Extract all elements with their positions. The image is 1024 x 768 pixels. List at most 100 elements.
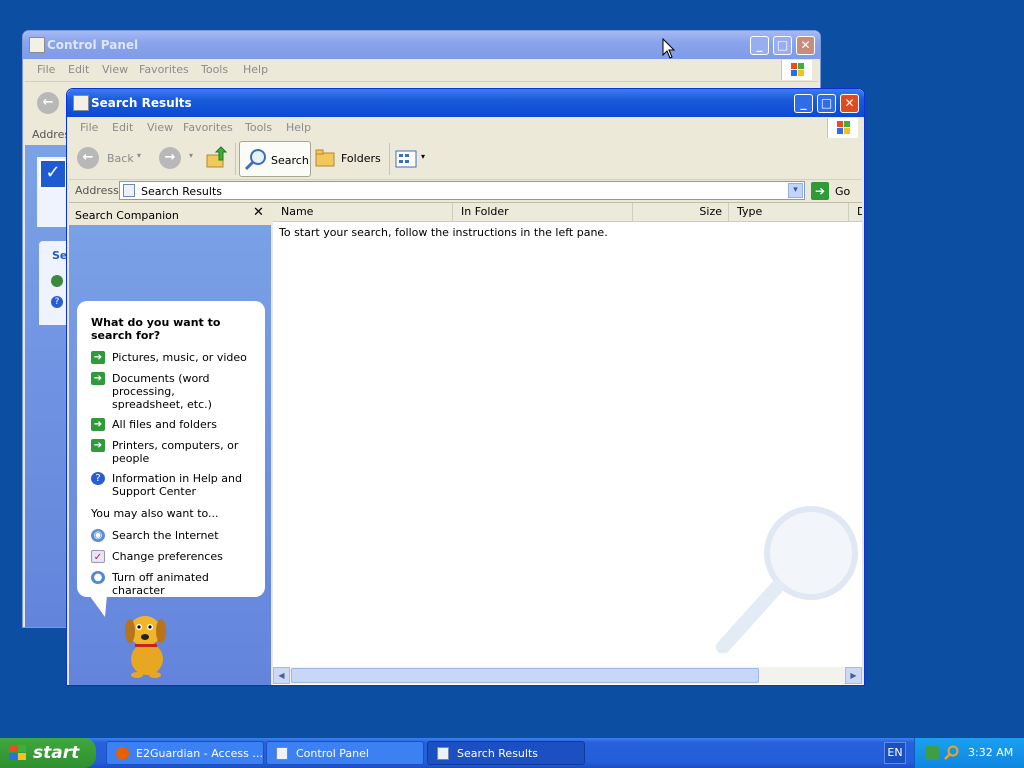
column-header-in-folder[interactable]: In Folder [453,203,633,221]
forward-button[interactable]: → ▾ [157,147,197,171]
up-folder-icon [206,146,228,168]
address-dropdown-icon[interactable]: ▾ [788,183,803,198]
close-pane-icon[interactable]: ✕ [253,205,264,220]
taskbar-button-search-results[interactable]: Search Results [427,741,585,765]
address-field[interactable]: Search Results ▾ [119,181,805,200]
network-icon[interactable] [925,746,939,760]
menu-view[interactable]: View [102,63,128,76]
forward-arrow-icon: → [159,147,181,169]
windows-logo-icon [827,118,858,138]
up-folder-button[interactable] [205,146,229,170]
column-header-bar: Name In Folder Size Type D [273,203,862,222]
firefox-icon [116,747,129,760]
back-dropdown-icon[interactable]: ▾ [137,151,141,160]
preferences-icon: ✓ [91,550,105,563]
toolbar-separator [235,143,236,175]
control-panel-toolbar: ← [25,82,67,122]
taskbar-label: E2Guardian - Access ... [136,747,263,760]
checkbox-icon: ✓ [39,159,67,189]
search-button[interactable]: Search [239,141,311,177]
language-indicator[interactable]: EN [884,742,906,764]
menu-tools[interactable]: Tools [245,121,272,134]
search-companion-pane: Search Companion ✕ What do you want to s… [69,203,271,685]
magnifier-watermark-icon [716,506,858,653]
minimize-button[interactable]: _ [750,36,769,55]
search-label: Search [271,154,309,167]
back-button[interactable]: ← Back ▾ [77,147,141,171]
address-label: Addres [32,128,71,141]
control-panel-titlebar[interactable]: Control Panel _ □ ✕ [23,31,820,59]
menu-tools[interactable]: Tools [201,63,228,76]
windows-logo-icon [781,60,812,80]
search-results-page-icon [123,184,135,197]
scroll-left-button[interactable]: ◀ [273,667,290,684]
minimize-button[interactable]: _ [794,94,813,113]
close-button[interactable]: ✕ [796,36,815,55]
menu-help[interactable]: Help [243,63,268,76]
column-header-date[interactable]: D [849,203,862,221]
taskbar-button-e2guardian[interactable]: E2Guardian - Access ... [106,741,264,765]
column-header-type[interactable]: Type [729,203,849,221]
search-options-bubble: What do you want to search for? ➔ Pictur… [77,301,265,597]
help-question-icon: ? [91,472,105,485]
globe-search-icon: ◉ [91,529,105,542]
taskbar-button-control-panel[interactable]: Control Panel [266,741,424,765]
views-icon [395,150,417,168]
green-arrow-icon: ➔ [91,418,105,431]
search-question: What do you want to search for? [91,316,221,342]
column-header-name[interactable]: Name [273,203,453,221]
search-toolbar: ← Back ▾ → ▾ Search Folders ▾ [69,139,862,180]
menu-edit[interactable]: Edit [112,121,133,134]
folders-button[interactable]: Folders [313,147,385,171]
search-dog-character-icon[interactable] [117,607,177,679]
search-results-window[interactable]: Search Results _ □ ✕ File Edit View Favo… [66,88,865,686]
forward-dropdown-icon[interactable]: ▾ [189,151,193,160]
globe-icon [51,275,63,287]
menu-help[interactable]: Help [286,121,311,134]
help-icon: ? [51,296,63,308]
folders-label: Folders [341,152,381,165]
views-dropdown-icon: ▾ [421,152,426,161]
language-label: EN [887,746,903,759]
control-panel-icon [276,747,288,760]
start-button[interactable]: start [0,738,96,768]
search-instruction: To start your search, follow the instruc… [279,226,608,239]
menu-view[interactable]: View [147,121,173,134]
menu-edit[interactable]: Edit [68,63,89,76]
menu-file[interactable]: File [80,121,98,134]
scroll-thumb[interactable] [291,668,759,683]
search-companion-title: Search Companion [75,209,179,222]
back-label: Back [107,152,134,165]
menu-file[interactable]: File [37,63,55,76]
bubble-tail [89,595,107,617]
character-icon: ● [91,571,105,584]
green-arrow-icon: ➔ [91,351,105,364]
start-label: start [33,743,80,763]
results-pane[interactable]: Name In Folder Size Type D To start your… [273,203,862,685]
views-button[interactable]: ▾ [395,149,429,169]
horizontal-scrollbar[interactable]: ◀ ▶ [273,667,862,684]
go-button[interactable]: ➔ Go [811,181,859,201]
control-panel-addressbar: Addres [25,123,71,145]
address-value: Search Results [141,185,223,198]
control-panel-title: Control Panel [47,38,139,52]
menu-favorites[interactable]: Favorites [139,63,189,76]
maximize-button[interactable]: □ [773,36,792,55]
close-button[interactable]: ✕ [840,94,859,113]
control-panel-sidebar: ✓ Se ? [25,145,71,627]
windows-flag-icon [9,745,26,760]
control-panel-icon [29,37,45,53]
back-arrow-icon[interactable]: ← [37,92,59,114]
also-heading: You may also want to... [91,507,219,520]
menu-favorites[interactable]: Favorites [183,121,233,134]
mouse-cursor-icon [662,38,676,59]
column-header-size[interactable]: Size [633,203,729,221]
search-menubar: File Edit View Favorites Tools Help [69,117,862,140]
maximize-button[interactable]: □ [817,94,836,113]
green-arrow-icon: ➔ [91,439,105,452]
scroll-right-button[interactable]: ▶ [845,667,862,684]
magnifier-icon [244,149,266,171]
tray-search-icon[interactable] [943,745,959,761]
search-results-titlebar[interactable]: Search Results _ □ ✕ [67,89,864,117]
taskbar-label: Search Results [457,747,539,760]
